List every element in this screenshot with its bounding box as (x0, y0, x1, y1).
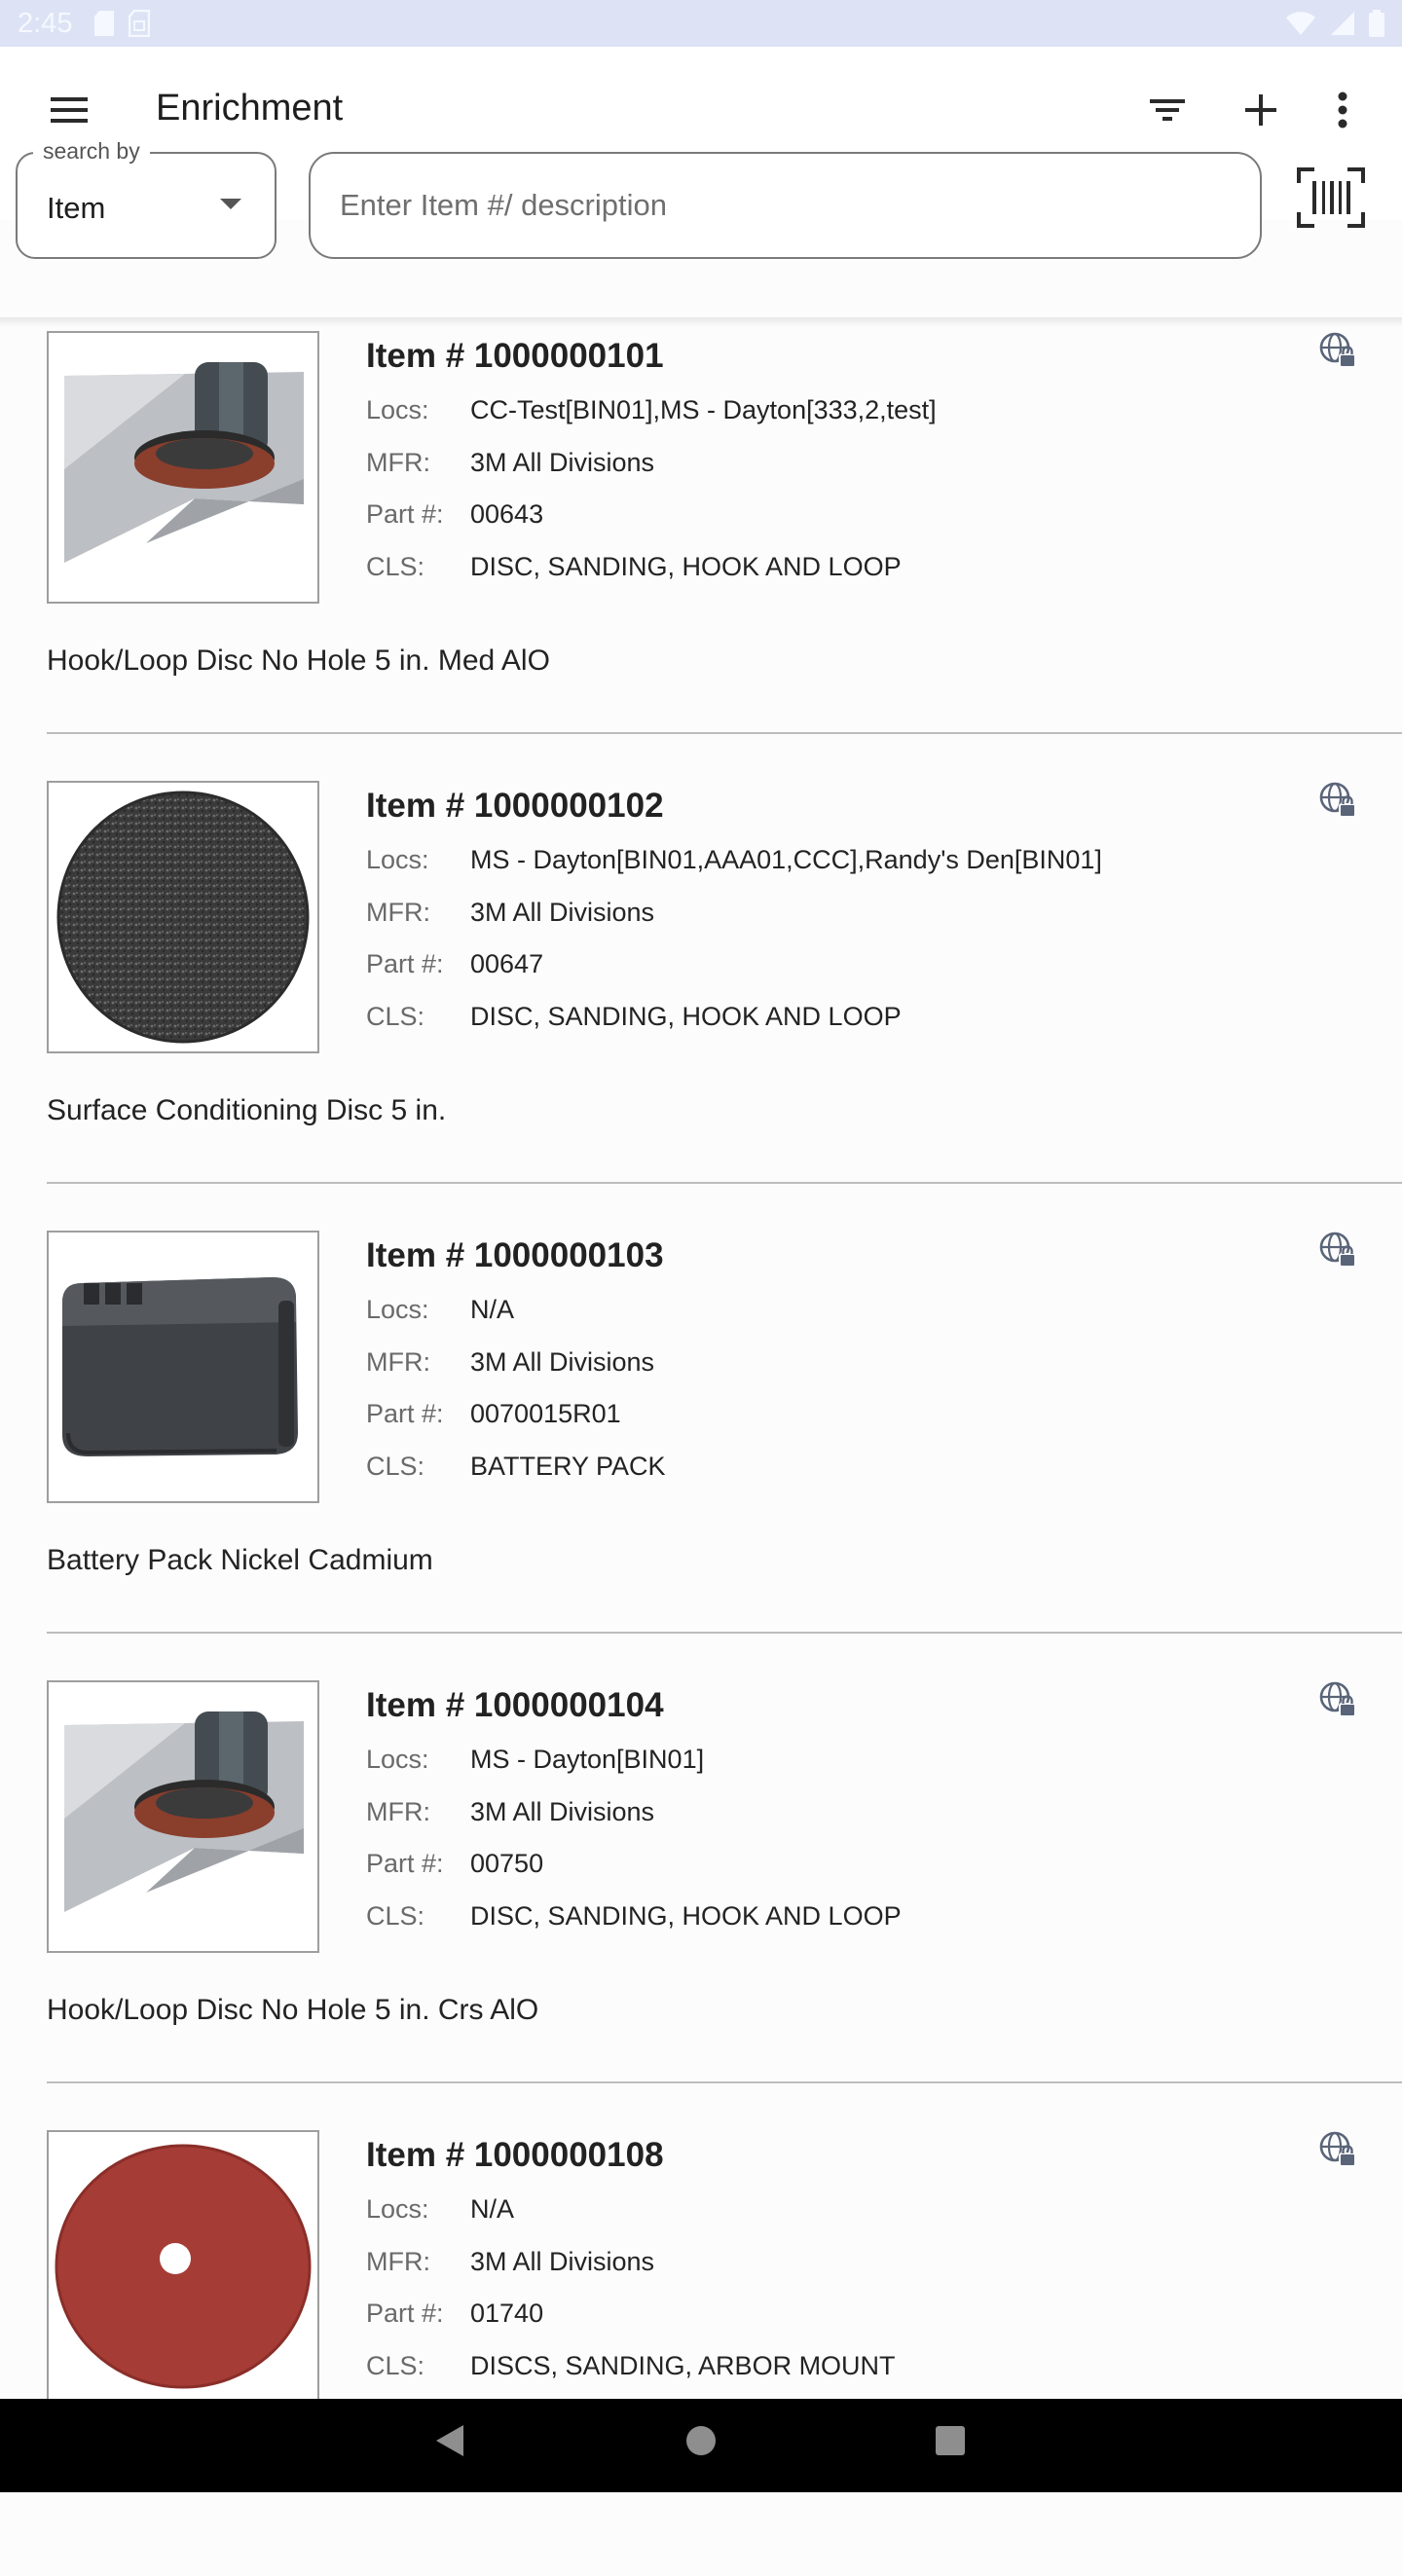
battery-icon (1369, 10, 1384, 37)
mfr-label: MFR: (366, 1347, 430, 1377)
globe-lock-icon[interactable] (1318, 2130, 1357, 2169)
mfr-label: MFR: (366, 2247, 430, 2276)
item-number: Item # 1000000108 (366, 2136, 664, 2174)
cls-label: CLS: (366, 552, 425, 581)
mfr-label: MFR: (366, 448, 430, 477)
cls-value: DISC, SANDING, HOOK AND LOOP (470, 1901, 902, 1931)
filter-icon[interactable] (1145, 88, 1190, 132)
part-label: Part #: (366, 1399, 444, 1428)
page-title: Enrichment (156, 88, 344, 129)
cls-label: CLS: (366, 2351, 425, 2380)
cls-value: DISCS, SANDING, ARBOR MOUNT (470, 2351, 896, 2380)
item-card[interactable]: Item # 1000000102 Locs: MS - Dayton[BIN0… (0, 777, 1402, 1227)
dropdown-arrow-icon (220, 199, 241, 209)
mfr-label: MFR: (366, 898, 430, 927)
battery-pack-photo (49, 1233, 317, 1501)
part-value: 00647 (470, 949, 544, 978)
locs-label: Locs: (366, 845, 429, 874)
item-description: Hook/Loop Disc No Hole 5 in. Med AlO (47, 644, 550, 677)
barcode-scan-icon[interactable] (1297, 167, 1365, 228)
status-bar: 2:45 (0, 0, 1402, 47)
sander-disc-photo (49, 1682, 317, 1951)
globe-lock-icon[interactable] (1318, 1680, 1357, 1719)
cls-value: BATTERY PACK (470, 1452, 666, 1481)
item-number: Item # 1000000104 (366, 1686, 664, 1724)
locs-label: Locs: (366, 1295, 429, 1324)
back-icon[interactable] (434, 2424, 465, 2457)
cls-value: DISC, SANDING, HOOK AND LOOP (470, 552, 902, 581)
mfr-value: 3M All Divisions (470, 2247, 655, 2276)
locs-label: Locs: (366, 1745, 429, 1774)
part-label: Part #: (366, 949, 444, 978)
part-value: 00750 (470, 1849, 544, 1878)
part-label: Part #: (366, 2299, 444, 2328)
part-value: 0070015R01 (470, 1399, 621, 1428)
locs-value: N/A (470, 1295, 515, 1324)
item-image (47, 2130, 319, 2403)
locs-value: MS - Dayton[BIN01] (470, 1745, 705, 1774)
item-image (47, 1680, 319, 1953)
item-card[interactable]: Item # 1000000104 Locs: MS - Dayton[BIN0… (0, 1676, 1402, 2126)
item-divider (47, 1632, 1402, 1634)
item-image (47, 1231, 319, 1503)
item-card[interactable]: Item # 1000000108 Locs: N/A MFR: 3M All … (0, 2126, 1402, 2576)
mfr-label: MFR: (366, 1797, 430, 1826)
locs-value: N/A (470, 2194, 515, 2224)
status-time: 2:45 (18, 7, 73, 39)
part-value: 00643 (470, 499, 544, 529)
sander-disc-photo (49, 333, 317, 602)
mfr-value: 3M All Divisions (470, 1797, 655, 1826)
item-description: Battery Pack Nickel Cadmium (47, 1544, 433, 1576)
more-vert-icon[interactable] (1320, 88, 1365, 132)
add-icon[interactable] (1238, 88, 1283, 132)
search-by-value: Item (47, 191, 106, 225)
cls-label: CLS: (366, 1901, 425, 1931)
part-label: Part #: (366, 1849, 444, 1878)
mfr-value: 3M All Divisions (470, 448, 655, 477)
item-description: Hook/Loop Disc No Hole 5 in. Crs AlO (47, 1994, 539, 2026)
status-system (1285, 10, 1384, 37)
locs-value: CC-Test[BIN01],MS - Dayton[333,2,test] (470, 395, 937, 424)
globe-lock-icon[interactable] (1318, 781, 1357, 820)
home-icon[interactable] (684, 2424, 718, 2457)
sim-card-icon (129, 10, 151, 37)
item-image (47, 331, 319, 604)
item-number: Item # 1000000102 (366, 787, 664, 825)
item-image (47, 781, 319, 1053)
item-description: Surface Conditioning Disc 5 in. (47, 1094, 447, 1126)
locs-value: MS - Dayton[BIN01,AAA01,CCC],Randy's Den… (470, 845, 1102, 874)
part-label: Part #: (366, 499, 444, 529)
cls-label: CLS: (366, 1452, 425, 1481)
wifi-icon (1286, 12, 1315, 35)
search-by-select[interactable]: search by Item (16, 138, 277, 259)
item-number: Item # 1000000103 (366, 1236, 664, 1274)
item-divider (47, 1182, 1402, 1184)
part-value: 01740 (470, 2299, 544, 2328)
sd-card-icon (94, 11, 115, 36)
cls-label: CLS: (366, 1002, 425, 1031)
search-input[interactable] (309, 152, 1262, 259)
recents-icon[interactable] (935, 2424, 966, 2457)
item-divider (47, 2081, 1402, 2083)
globe-lock-icon[interactable] (1318, 331, 1357, 370)
mfr-value: 3M All Divisions (470, 898, 655, 927)
conditioning-disc-photo (49, 783, 317, 1051)
item-card[interactable]: Item # 1000000101 Locs: CC-Test[BIN01],M… (0, 327, 1402, 777)
cls-value: DISC, SANDING, HOOK AND LOOP (470, 1002, 902, 1031)
globe-lock-icon[interactable] (1318, 1231, 1357, 1270)
menu-icon[interactable] (49, 90, 90, 130)
search-by-label: search by (33, 138, 150, 165)
arbor-disc-photo (49, 2132, 317, 2401)
signal-icon (1331, 12, 1354, 35)
locs-label: Locs: (366, 395, 429, 424)
system-nav-bar (0, 2399, 1402, 2492)
locs-label: Locs: (366, 2194, 429, 2224)
header-divider (0, 317, 1402, 327)
status-notifications (93, 10, 151, 37)
item-number: Item # 1000000101 (366, 337, 664, 375)
mfr-value: 3M All Divisions (470, 1347, 655, 1377)
item-divider (47, 732, 1402, 734)
item-card[interactable]: Item # 1000000103 Locs: N/A MFR: 3M All … (0, 1227, 1402, 1676)
